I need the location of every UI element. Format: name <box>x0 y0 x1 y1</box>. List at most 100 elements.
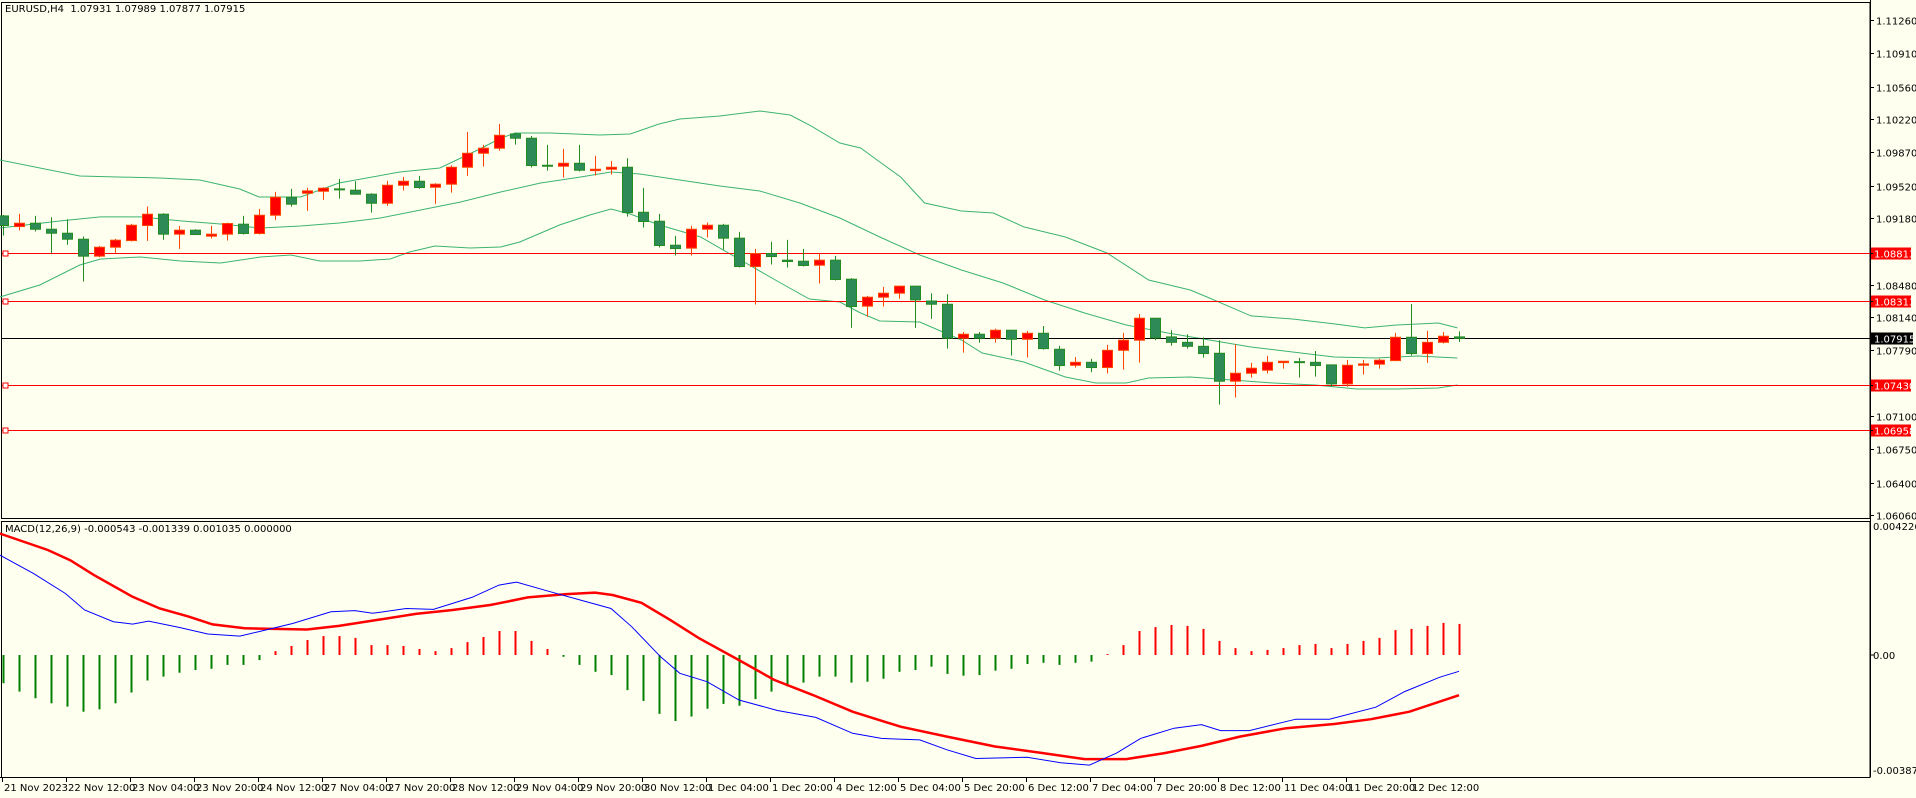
candle-body <box>1086 361 1097 369</box>
trading-chart[interactable]: 1.08813 1.08313 1.07430 1.06958 1.11260 1.109… <box>0 0 1916 798</box>
macd-tick-label: 0.00 <box>1873 651 1895 662</box>
macd-legend: MACD(12,26,9) -0.000543 -0.001339 0.0010… <box>5 524 292 535</box>
candle-body <box>1326 364 1337 385</box>
price-tick-label: 1.10220 <box>1876 116 1916 127</box>
candle-body <box>734 237 745 268</box>
candle-body <box>878 292 889 298</box>
time-axis[interactable]: 21 Nov 2023 22 Nov 12:0023 Nov 04:0023 No… <box>0 777 1870 794</box>
price-tick-label: 1.06750 <box>1876 446 1916 457</box>
candle-body <box>110 239 121 248</box>
candle-body <box>1342 364 1353 385</box>
time-tick-label: 29 Nov 20:00 <box>580 783 647 794</box>
candle-body <box>782 259 793 262</box>
candle-body <box>1102 349 1113 369</box>
candle-body <box>270 196 281 216</box>
candle-body <box>142 213 153 227</box>
price-tick-label: 1.09520 <box>1876 183 1916 194</box>
open-value: 1.07931 <box>70 4 112 15</box>
macd-extra-value: 0.000000 <box>244 524 292 535</box>
candle-body <box>1166 336 1177 343</box>
candle-body <box>718 224 729 239</box>
candle-body <box>958 333 969 339</box>
time-tick-label: 8 Dec 12:00 <box>1220 783 1281 794</box>
macd-signal-value: -0.001339 <box>138 524 190 535</box>
candle <box>1390 332 1401 362</box>
time-tick-label: 12 Dec 12:00 <box>1412 783 1479 794</box>
level-line-handle-icon[interactable] <box>2 298 9 305</box>
candle-body <box>558 162 569 167</box>
price-tick-label: 1.06060 <box>1876 512 1916 523</box>
candle-body <box>286 196 297 205</box>
time-tick-label: 5 Dec 04:00 <box>900 783 961 794</box>
candle-body <box>606 166 617 170</box>
candle <box>622 158 633 217</box>
time-tick-label: 22 Nov 12:00 <box>68 783 135 794</box>
candle-body <box>382 184 393 204</box>
candle-body <box>1230 372 1241 382</box>
candle-body <box>1214 352 1225 382</box>
candle-body <box>1454 336 1465 339</box>
candle-body <box>1390 336 1401 362</box>
candle-body <box>478 147 489 154</box>
candle-body <box>1134 317 1145 341</box>
level-line-handle-icon[interactable] <box>2 427 9 434</box>
candle <box>526 135 537 168</box>
candle-body <box>814 259 825 266</box>
candle <box>1326 364 1337 387</box>
macd-panel[interactable] <box>0 521 1871 778</box>
candle-body <box>574 162 585 171</box>
candle-body <box>94 246 105 257</box>
candle-body <box>830 259 841 280</box>
candle-body <box>1438 335 1449 343</box>
time-tick-label: 1 Dec 04:00 <box>708 783 769 794</box>
candle-body <box>1278 360 1289 364</box>
time-tick-label: 11 Dec 20:00 <box>1348 783 1415 794</box>
candle-body <box>462 152 473 168</box>
candle-body <box>1310 361 1321 367</box>
candle-body <box>158 213 169 235</box>
candle-body <box>622 166 633 214</box>
candle-body <box>526 137 537 167</box>
candle-body <box>126 224 137 242</box>
price-tick-label: 1.07100 <box>1876 413 1916 424</box>
candle-body <box>254 214 265 235</box>
candle-body <box>1006 329 1017 340</box>
current-price-label: 1.07915 <box>1874 335 1915 346</box>
price-tick-label: 1.10560 <box>1876 84 1916 95</box>
candle-body <box>1038 332 1049 350</box>
price-panel[interactable] <box>0 2 1871 519</box>
price-tick-label: 1.07790 <box>1876 347 1916 358</box>
candle-body <box>1262 361 1273 371</box>
candle-body <box>1246 367 1257 374</box>
candle-body <box>206 233 217 237</box>
time-tick-label: 6 Dec 12:00 <box>1028 783 1089 794</box>
level-line-handle-icon[interactable] <box>2 382 9 389</box>
candle-body <box>1198 345 1209 355</box>
candle-body <box>1182 341 1193 347</box>
macd-main-value: -0.000543 <box>84 524 136 535</box>
candle-body <box>1054 348 1065 367</box>
level-price-label: 1.08313 <box>1874 298 1915 309</box>
time-tick-label: 23 Nov 04:00 <box>132 783 199 794</box>
candle-body <box>222 223 233 235</box>
candle-body <box>654 220 665 247</box>
macd-hist-value: 0.001035 <box>193 524 241 535</box>
candle-body <box>174 229 185 235</box>
candle-body <box>510 133 521 139</box>
candle-body <box>14 222 25 228</box>
candle-body <box>318 187 329 192</box>
candle-body <box>414 180 425 189</box>
candle-body <box>1374 359 1385 365</box>
candle-body <box>974 333 985 339</box>
level-line-handle-icon[interactable] <box>2 250 9 257</box>
macd-tick-label: 0.004226 <box>1873 522 1916 533</box>
candle-body <box>446 166 457 185</box>
time-tick-label: 4 Dec 12:00 <box>836 783 897 794</box>
candle-body <box>46 228 57 234</box>
candle-body <box>942 303 953 339</box>
candle-body <box>638 211 649 223</box>
candle-body <box>1118 339 1129 351</box>
candle-body <box>750 253 761 268</box>
candle <box>1150 317 1161 341</box>
candle-body <box>1358 363 1369 366</box>
